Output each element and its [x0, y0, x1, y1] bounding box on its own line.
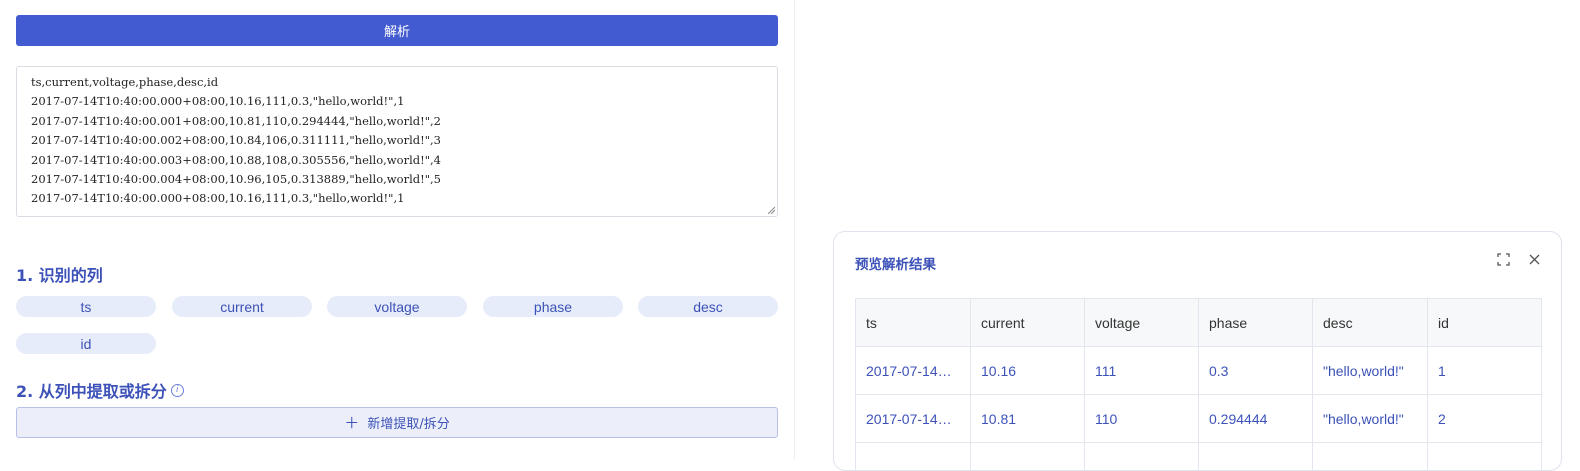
table-cell: 110	[1085, 395, 1199, 443]
recognized-columns-heading: 1. 识别的列	[16, 262, 103, 286]
column-header-ts: ts	[856, 299, 971, 347]
csv-line: 2017-07-14T10:40:00.000+08:00,10.16,111,…	[31, 92, 763, 111]
column-chip-ts[interactable]: ts	[16, 296, 156, 317]
add-extract-split-label: 新增提取/拆分	[367, 413, 449, 432]
resize-grip-icon[interactable]	[767, 206, 775, 214]
add-extract-split-button[interactable]: ＋ 新增提取/拆分	[16, 407, 778, 438]
parser-config-pane: 解析 ts,current,voltage,phase,desc,id 2017…	[0, 0, 794, 460]
table-cell	[1313, 443, 1428, 471]
table-cell: 2	[1428, 395, 1542, 443]
preview-panel-title: 预览解析结果	[855, 253, 936, 273]
csv-input-textarea[interactable]: ts,current,voltage,phase,desc,id 2017-07…	[16, 66, 778, 217]
column-header-id: id	[1428, 299, 1542, 347]
pane-divider	[794, 0, 795, 460]
csv-line: 2017-07-14T10:40:00.000+08:00,10.16,111,…	[31, 189, 763, 208]
table-cell: 0.3	[1199, 347, 1313, 395]
table-row	[856, 443, 1542, 471]
column-chip-desc[interactable]: desc	[638, 296, 778, 317]
table-cell: 1	[1428, 347, 1542, 395]
column-header-phase: phase	[1199, 299, 1313, 347]
column-chip-current[interactable]: current	[172, 296, 312, 317]
table-cell: 0.294444	[1199, 395, 1313, 443]
table-cell	[1428, 443, 1542, 471]
csv-line: 2017-07-14T10:40:00.002+08:00,10.84,106,…	[31, 131, 763, 150]
column-header-current: current	[971, 299, 1085, 347]
extract-split-heading: 2. 从列中提取或拆分 i	[16, 378, 184, 402]
section-title-text: 1. 识别的列	[16, 262, 103, 286]
column-chip-id[interactable]: id	[16, 333, 156, 354]
table-cell: 10.81	[971, 395, 1085, 443]
column-header-desc: desc	[1313, 299, 1428, 347]
fullscreen-icon[interactable]	[1497, 253, 1510, 266]
preview-table: ts current voltage phase desc id 2017-07…	[855, 298, 1542, 471]
csv-line: ts,current,voltage,phase,desc,id	[31, 73, 763, 92]
column-header-voltage: voltage	[1085, 299, 1199, 347]
column-chip-voltage[interactable]: voltage	[327, 296, 467, 317]
column-chip-phase[interactable]: phase	[483, 296, 623, 317]
csv-line: 2017-07-14T10:40:00.001+08:00,10.81,110,…	[31, 112, 763, 131]
close-icon[interactable]	[1528, 253, 1541, 266]
table-cell: 111	[1085, 347, 1199, 395]
table-cell	[971, 443, 1085, 471]
table-header-row: ts current voltage phase desc id	[856, 299, 1542, 347]
info-icon[interactable]: i	[171, 384, 184, 397]
table-cell: 2017-07-14T10:40:00.000+08:00	[856, 347, 971, 395]
preview-panel: 预览解析结果 ts current voltage phase desc id …	[833, 231, 1562, 471]
table-cell: "hello,world!"	[1313, 347, 1428, 395]
table-cell: 2017-07-14T10:40:00.001+08:00	[856, 395, 971, 443]
parse-button[interactable]: 解析	[16, 15, 778, 46]
table-cell	[856, 443, 971, 471]
table-cell: "hello,world!"	[1313, 395, 1428, 443]
table-cell	[1199, 443, 1313, 471]
table-row: 2017-07-14T10:40:00.001+08:00 10.81 110 …	[856, 395, 1542, 443]
table-cell	[1085, 443, 1199, 471]
plus-icon: ＋	[344, 412, 359, 433]
section-title-text: 2. 从列中提取或拆分	[16, 378, 167, 402]
csv-line: 2017-07-14T10:40:00.004+08:00,10.96,105,…	[31, 170, 763, 189]
table-cell: 10.16	[971, 347, 1085, 395]
csv-line: 2017-07-14T10:40:00.003+08:00,10.88,108,…	[31, 151, 763, 170]
table-row: 2017-07-14T10:40:00.000+08:00 10.16 111 …	[856, 347, 1542, 395]
